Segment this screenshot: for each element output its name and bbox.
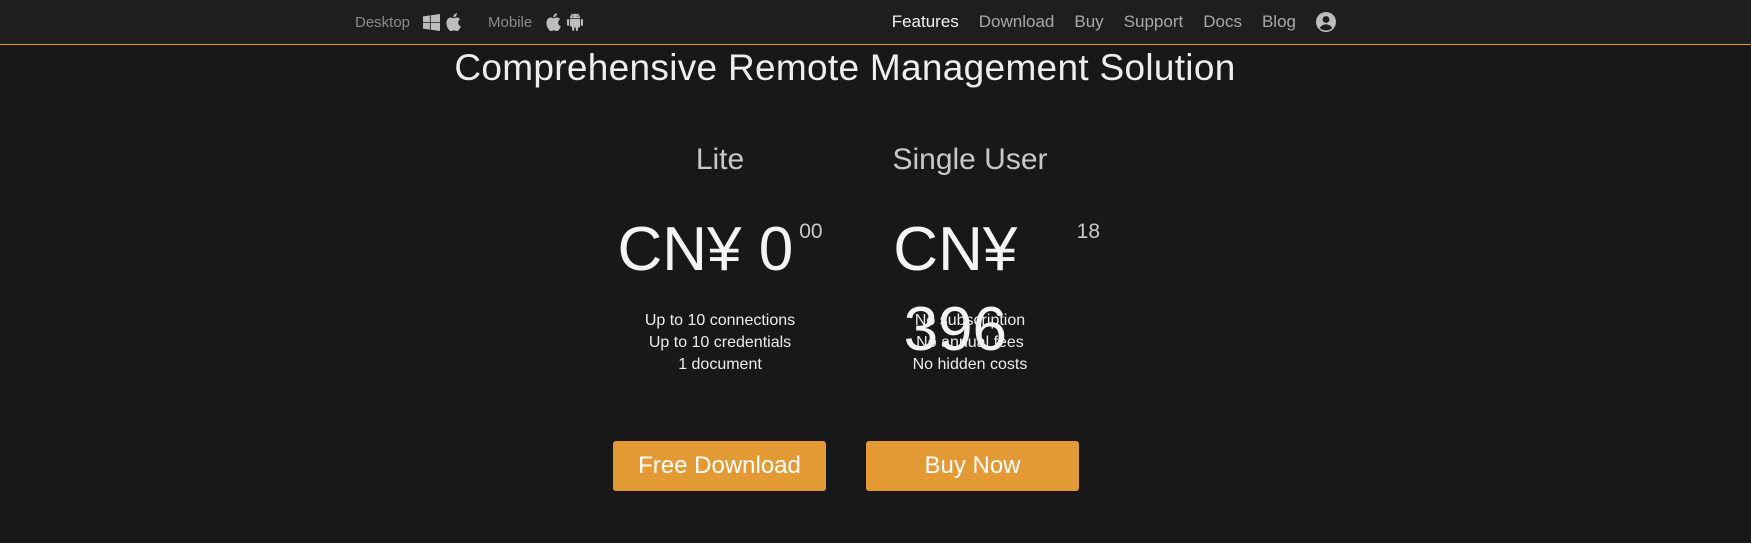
windows-icon[interactable] [422, 13, 440, 31]
nav-download-link[interactable]: Download [979, 12, 1055, 32]
apple-icon[interactable] [544, 13, 562, 31]
plan-price: CN¥ 0 00 [590, 210, 850, 290]
nav-features-link[interactable]: Features [892, 12, 959, 32]
apple-icon[interactable] [444, 13, 462, 31]
free-download-button[interactable]: Free Download [613, 441, 826, 491]
page-title: Comprehensive Remote Management Solution [454, 47, 1236, 88]
android-icon[interactable] [566, 13, 584, 31]
plan-features: Up to 10 connections Up to 10 credential… [590, 310, 850, 376]
nav-docs-link[interactable]: Docs [1203, 12, 1242, 32]
plan-feature: 1 document [678, 356, 762, 373]
plan-price: CN¥ 396 18 [840, 210, 1100, 364]
nav-blog-link[interactable]: Blog [1262, 12, 1296, 32]
nav-support-link[interactable]: Support [1124, 12, 1184, 32]
plan-name: Lite [695, 143, 745, 176]
nav-buy-link[interactable]: Buy [1074, 12, 1103, 32]
main-nav: Features Download Buy Support Docs Blog [872, 0, 1336, 44]
plan-feature: Up to 10 connections [644, 312, 796, 329]
price-amount: CN¥ 0 [617, 215, 794, 284]
platform-selector: Desktop Mobile [355, 0, 588, 44]
price-cents: 00 [799, 220, 823, 243]
plan-name: Single User [892, 143, 1048, 176]
desktop-label: Desktop [355, 13, 411, 31]
price-cents: 18 [1076, 220, 1100, 243]
user-account-icon[interactable] [1316, 12, 1336, 32]
top-navigation-bar: Desktop Mobile Features Download Buy Sup… [0, 0, 1751, 45]
plan-feature: Up to 10 credentials [648, 334, 792, 351]
plan-card-single-user: Single User CN¥ 396 18 No subscription N… [840, 140, 1100, 376]
mobile-label: Mobile [488, 13, 533, 31]
plan-card-lite: Lite CN¥ 0 00 Up to 10 connections Up to… [590, 140, 850, 376]
buy-now-button[interactable]: Buy Now [866, 441, 1079, 491]
